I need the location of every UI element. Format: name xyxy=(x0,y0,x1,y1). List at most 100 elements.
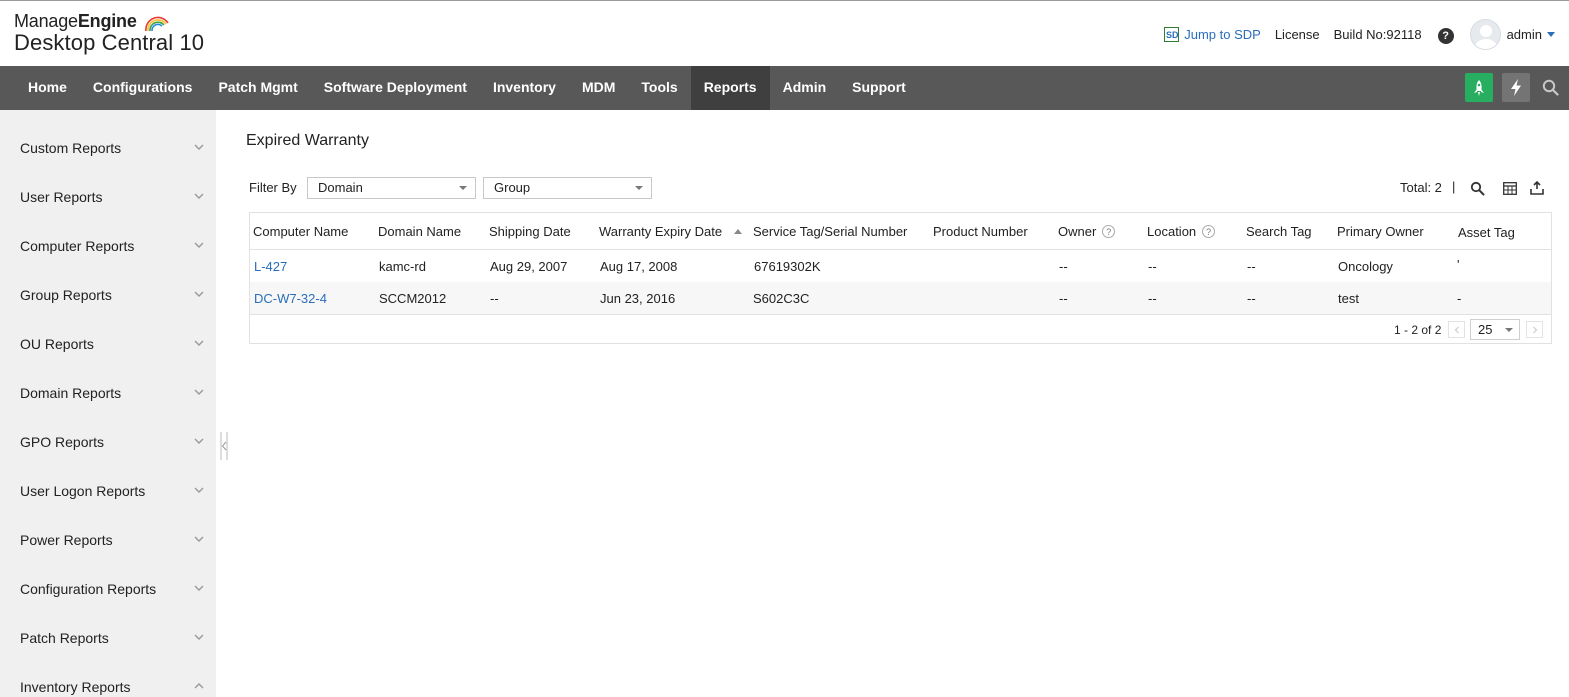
lightning-icon xyxy=(1511,79,1521,96)
service-tag-cell: S602C3C xyxy=(753,291,810,306)
product-logo[interactable]: ManageEngine Desktop Central 10 xyxy=(14,11,204,56)
nav-tab-tools[interactable]: Tools xyxy=(628,66,690,110)
column-header-asset-tag[interactable]: Asset Tag xyxy=(1458,225,1515,240)
build-number: Build No:92118 xyxy=(1333,26,1422,42)
previous-page-button[interactable] xyxy=(1448,321,1465,338)
sidebar-item-domain-reports[interactable]: Domain Reports xyxy=(0,362,216,411)
nav-tab-reports[interactable]: Reports xyxy=(690,66,770,110)
nav-tab-configurations[interactable]: Configurations xyxy=(80,66,206,110)
chevron-down-icon xyxy=(194,144,204,150)
column-header-domain-name[interactable]: Domain Name xyxy=(378,224,461,239)
brand-name: ManageEngine xyxy=(14,11,137,31)
nav-tab-inventory[interactable]: Inventory xyxy=(480,66,569,110)
column-header-product-number[interactable]: Product Number xyxy=(933,224,1028,239)
sidebar-item-user-reports[interactable]: User Reports xyxy=(0,166,216,215)
domain-name-cell: kamc-rd xyxy=(379,259,426,274)
quick-actions-button[interactable] xyxy=(1502,73,1530,102)
sidebar-item-ou-reports[interactable]: OU Reports xyxy=(0,313,216,362)
sidebar-collapse-handle[interactable] xyxy=(220,432,229,460)
page-size-select[interactable]: 25 xyxy=(1470,319,1520,340)
sidebar-item-computer-reports[interactable]: Computer Reports xyxy=(0,215,216,264)
sidebar-item-inventory-reports[interactable]: Inventory Reports xyxy=(0,656,216,697)
nav-tab-mdm[interactable]: MDM xyxy=(569,66,628,110)
column-header-location[interactable]: Location? xyxy=(1147,224,1216,239)
quick-launch-button[interactable] xyxy=(1465,73,1493,102)
sidebar-item-power-reports[interactable]: Power Reports xyxy=(0,509,216,558)
help-icon[interactable]: ? xyxy=(1202,225,1216,238)
next-page-button[interactable] xyxy=(1526,321,1543,338)
nav-tab-support[interactable]: Support xyxy=(839,66,919,110)
sidebar-item-patch-reports[interactable]: Patch Reports xyxy=(0,607,216,656)
chevron-down-icon xyxy=(194,487,204,493)
column-header-service-tag[interactable]: Service Tag/Serial Number xyxy=(753,224,907,239)
sdp-icon: SD xyxy=(1164,26,1180,42)
global-search-button[interactable] xyxy=(1539,73,1561,102)
table-columns-icon xyxy=(1503,181,1517,195)
primary-owner-cell: test xyxy=(1338,291,1359,306)
table-header: Computer Name Domain Name Shipping Date … xyxy=(250,213,1551,250)
sidebar-item-gpo-reports[interactable]: GPO Reports xyxy=(0,411,216,460)
license-link[interactable]: License xyxy=(1275,27,1320,42)
page-title: Expired Warranty xyxy=(246,132,369,149)
sidebar-item-user-logon-reports[interactable]: User Logon Reports xyxy=(0,460,216,509)
column-header-primary-owner[interactable]: Primary Owner xyxy=(1337,224,1424,239)
domain-filter-value: Domain xyxy=(318,180,363,195)
computer-name-link[interactable]: L-427 xyxy=(254,259,287,274)
rocket-icon xyxy=(1474,79,1484,96)
total-count: Total: 2 xyxy=(1400,180,1442,195)
svg-text:SD: SD xyxy=(1166,30,1179,40)
app-header: ManageEngine Desktop Central 10 SD Jump … xyxy=(0,1,1569,66)
asset-tag-cell: - xyxy=(1457,291,1462,306)
jump-to-sdp-link[interactable]: SD Jump to SDP xyxy=(1164,26,1261,42)
sidebar-item-label: Patch Reports xyxy=(20,630,109,646)
export-button[interactable] xyxy=(1529,180,1545,196)
help-icon[interactable]: ? xyxy=(1437,27,1454,44)
chevron-right-icon xyxy=(1532,326,1537,333)
sidebar-item-label: Computer Reports xyxy=(20,238,135,254)
column-header-search-tag[interactable]: Search Tag xyxy=(1246,224,1312,239)
chevron-down-icon xyxy=(194,340,204,346)
sidebar-item-label: Configuration Reports xyxy=(20,581,157,597)
column-header-computer-name[interactable]: Computer Name xyxy=(253,224,348,239)
shipping-date-cell: Aug 29, 2007 xyxy=(490,259,568,274)
sidebar-item-group-reports[interactable]: Group Reports xyxy=(0,264,216,313)
user-name[interactable]: admin xyxy=(1507,27,1542,42)
computer-name-link[interactable]: DC-W7-32-4 xyxy=(254,291,327,306)
export-icon xyxy=(1530,181,1544,195)
domain-name-cell: SCCM2012 xyxy=(379,291,447,306)
column-header-shipping-date[interactable]: Shipping Date xyxy=(489,224,571,239)
chevron-down-icon xyxy=(459,186,467,190)
table-search-button[interactable] xyxy=(1469,180,1485,196)
table-row: L-427 kamc-rd Aug 29, 2007 Aug 17, 2008 … xyxy=(250,250,1551,282)
column-header-owner[interactable]: Owner? xyxy=(1058,224,1116,239)
product-name: Desktop Central 10 xyxy=(14,30,205,55)
brand-arc-icon xyxy=(145,16,169,32)
avatar[interactable] xyxy=(1469,18,1501,50)
sidebar-item-configuration-reports[interactable]: Configuration Reports xyxy=(0,558,216,607)
chevron-down-icon xyxy=(194,634,204,640)
help-icon[interactable]: ? xyxy=(1102,225,1116,238)
sidebar-item-label: Custom Reports xyxy=(20,140,122,156)
primary-owner-cell: Oncology xyxy=(1338,259,1393,274)
domain-filter-select[interactable]: Domain xyxy=(307,177,476,199)
chevron-down-icon xyxy=(194,585,204,591)
user-menu-chevron-down-icon[interactable] xyxy=(1547,31,1555,37)
nav-tab-patch-mgmt[interactable]: Patch Mgmt xyxy=(205,66,310,110)
shipping-date-cell: -- xyxy=(490,291,499,306)
nav-tab-software-deployment[interactable]: Software Deployment xyxy=(311,66,480,110)
chevron-down-icon xyxy=(194,536,204,542)
sidebar-item-custom-reports[interactable]: Custom Reports xyxy=(0,117,216,166)
asset-tag-cell: ' xyxy=(1457,257,1460,272)
group-filter-select[interactable]: Group xyxy=(483,177,652,199)
search-icon xyxy=(1470,181,1484,195)
column-chooser-button[interactable] xyxy=(1502,180,1518,196)
nav-tab-admin[interactable]: Admin xyxy=(770,66,840,110)
sidebar-item-label: Domain Reports xyxy=(20,385,122,401)
report-table: Computer Name Domain Name Shipping Date … xyxy=(249,212,1552,344)
column-header-warranty-expiry-date[interactable]: Warranty Expiry Date xyxy=(599,224,743,239)
nav-tab-home[interactable]: Home xyxy=(15,66,80,110)
chevron-down-icon xyxy=(194,193,204,199)
chevron-left-icon xyxy=(1454,326,1459,333)
sidebar-item-label: User Logon Reports xyxy=(20,483,146,499)
owner-cell: -- xyxy=(1059,259,1068,274)
